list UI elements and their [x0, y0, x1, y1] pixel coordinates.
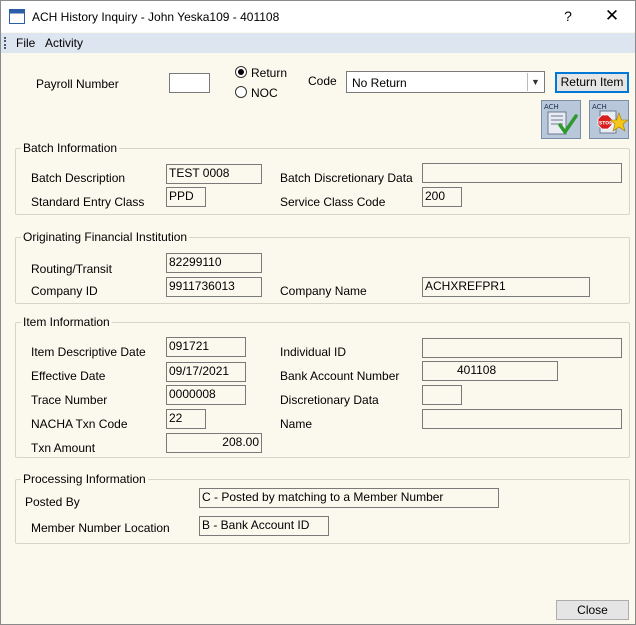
bank-account-number-value: 401108 — [422, 361, 558, 381]
chevron-down-icon: ▼ — [527, 73, 543, 91]
individual-id-value — [422, 338, 622, 358]
processing-information-title: Processing Information — [21, 472, 148, 486]
app-window-icon — [9, 9, 25, 24]
batch-description-value: TEST 0008 — [166, 164, 262, 184]
batch-description-label: Batch Description — [31, 171, 126, 185]
return-item-button[interactable]: Return Item — [555, 72, 629, 93]
ach-approve-icon[interactable]: ACH — [541, 100, 581, 139]
ach-approve-icon-label: ACH — [544, 103, 559, 111]
company-id-value: 9911736013 — [166, 277, 262, 297]
nacha-txn-code-value: 22 — [166, 409, 206, 429]
window-close-icon[interactable]: ✕ — [599, 5, 625, 27]
posted-by-value: C - Posted by matching to a Member Numbe… — [199, 488, 499, 508]
item-information-title: Item Information — [21, 315, 112, 329]
batch-discretionary-value — [422, 163, 622, 183]
menu-activity[interactable]: Activity — [45, 36, 83, 50]
company-name-value: ACHXREFPR1 — [422, 277, 590, 297]
member-number-location-label: Member Number Location — [31, 521, 170, 535]
trace-number-value: 0000008 — [166, 385, 246, 405]
routing-transit-label: Routing/Transit — [31, 262, 112, 276]
batch-discretionary-label: Batch Discretionary Data — [280, 171, 413, 185]
ach-history-window: ACH History Inquiry - John Yeska109 - 40… — [0, 0, 636, 625]
ach-stop-icon-label: ACH — [592, 103, 607, 111]
item-descriptive-date-value: 091721 — [166, 337, 246, 357]
discretionary-data-value — [422, 385, 462, 405]
company-id-label: Company ID — [31, 284, 98, 298]
return-radio-label: Return — [251, 66, 288, 80]
payroll-number-label: Payroll Number — [36, 77, 119, 91]
window-title: ACH History Inquiry - John Yeska109 - 40… — [32, 10, 280, 24]
item-descriptive-date-label: Item Descriptive Date — [31, 345, 146, 359]
standard-entry-class-value: PPD — [166, 187, 206, 207]
trace-number-label: Trace Number — [31, 393, 108, 407]
effective-date-label: Effective Date — [31, 369, 106, 383]
batch-information-title: Batch Information — [21, 141, 120, 155]
routing-transit-value: 82299110 — [166, 253, 262, 273]
code-select[interactable]: No Return ▼ — [346, 71, 545, 93]
ach-stop-icon[interactable]: ACH STOP — [589, 100, 629, 139]
nacha-txn-code-label: NACHA Txn Code — [31, 417, 128, 431]
payroll-number-input[interactable] — [169, 73, 210, 93]
code-select-value: No Return — [352, 76, 407, 90]
code-label: Code — [308, 74, 337, 88]
posted-by-label: Posted By — [25, 495, 80, 509]
noc-radio-label: NOC — [251, 86, 278, 100]
close-button[interactable]: Close — [556, 600, 629, 620]
discretionary-data-label: Discretionary Data — [280, 393, 379, 407]
service-class-code-label: Service Class Code — [280, 195, 386, 209]
name-value — [422, 409, 622, 429]
help-button[interactable]: ? — [557, 5, 579, 27]
bank-account-number-label: Bank Account Number — [280, 369, 400, 383]
title-bar: ACH History Inquiry - John Yeska109 - 40… — [1, 1, 635, 32]
menu-grip-icon — [4, 37, 7, 49]
effective-date-value: 09/17/2021 — [166, 362, 246, 382]
individual-id-label: Individual ID — [280, 345, 347, 359]
txn-amount-label: Txn Amount — [31, 441, 96, 455]
stop-sign-text: STOP — [599, 121, 613, 127]
member-number-location-value: B - Bank Account ID — [199, 516, 329, 536]
txn-amount-value: 208.00 — [166, 433, 262, 453]
name-label: Name — [280, 417, 313, 431]
menu-file[interactable]: File — [16, 36, 35, 50]
company-name-label: Company Name — [280, 284, 367, 298]
standard-entry-class-label: Standard Entry Class — [31, 195, 145, 209]
noc-radio[interactable] — [235, 86, 247, 98]
originating-fi-title: Originating Financial Institution — [21, 230, 190, 244]
return-radio[interactable] — [235, 66, 247, 78]
menu-bar: File Activity — [1, 33, 635, 53]
service-class-code-value: 200 — [422, 187, 462, 207]
